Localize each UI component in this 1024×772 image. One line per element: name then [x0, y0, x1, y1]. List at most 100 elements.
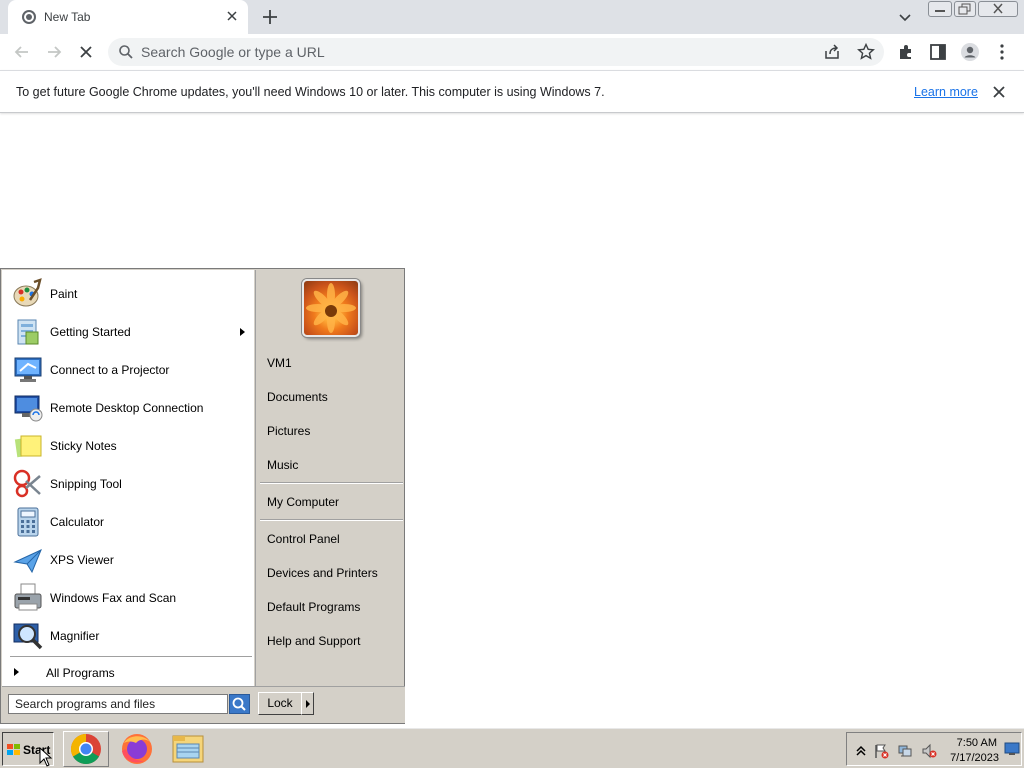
tab-strip: New Tab — [0, 0, 1024, 34]
start-menu-bottom-bar: Lock — [2, 686, 405, 723]
profile-avatar-icon[interactable] — [960, 42, 980, 62]
show-desktop-icon[interactable] — [1004, 742, 1020, 756]
submenu-arrow-icon — [240, 328, 245, 336]
back-arrow-icon[interactable] — [12, 42, 32, 62]
places-pane: VM1 Documents Pictures Music My Computer… — [255, 270, 404, 686]
control-panel-link[interactable]: Control Panel — [260, 526, 401, 552]
window-restore-button[interactable] — [954, 1, 976, 17]
program-label: Snipping Tool — [50, 477, 122, 491]
search-button[interactable] — [229, 694, 250, 714]
pictures-label: Pictures — [267, 424, 311, 438]
search-icon — [119, 45, 133, 59]
url-input[interactable] — [141, 38, 801, 66]
sticky-notes-icon — [14, 435, 42, 458]
music-link[interactable]: Music — [260, 452, 401, 478]
expand-arrow-icon — [14, 668, 19, 676]
program-xps-viewer[interactable]: XPS Viewer — [4, 541, 252, 579]
action-center-flag-icon[interactable] — [873, 743, 889, 759]
search-magnifier-icon — [232, 697, 246, 711]
chrome-icon — [70, 734, 101, 765]
user-name-label: VM1 — [267, 356, 292, 370]
update-infobar: To get future Google Chrome updates, you… — [0, 70, 1024, 113]
tab-search-chevron-icon[interactable] — [896, 8, 914, 26]
getting-started-icon — [17, 319, 39, 345]
extensions-icon[interactable] — [896, 42, 916, 62]
help-support-link[interactable]: Help and Support — [260, 628, 401, 654]
start-button[interactable]: Start — [2, 732, 54, 767]
window-close-button[interactable] — [978, 1, 1018, 17]
divider — [260, 482, 403, 484]
my-computer-label: My Computer — [267, 495, 340, 509]
restore-icon — [958, 3, 971, 15]
program-label: Paint — [50, 287, 78, 301]
taskbar: Start 7:50 AM 7/17/2023 — [0, 726, 1024, 768]
taskbar-explorer-button[interactable] — [165, 731, 211, 767]
more-menu-icon[interactable] — [992, 42, 1012, 62]
bookmark-star-icon[interactable] — [856, 42, 876, 62]
fax-scan-icon — [14, 583, 42, 611]
program-paint[interactable]: Paint — [4, 275, 252, 313]
default-programs-link[interactable]: Default Programs — [260, 594, 401, 620]
chrome-favicon-icon — [22, 10, 36, 24]
lock-button[interactable]: Lock — [258, 692, 302, 715]
help-support-label: Help and Support — [267, 634, 361, 648]
user-folder-link[interactable]: VM1 — [260, 350, 401, 376]
clock-date[interactable]: 7/17/2023 — [941, 752, 999, 764]
program-calculator[interactable]: Calculator — [4, 503, 252, 541]
program-snipping-tool[interactable]: Snipping Tool — [4, 465, 252, 503]
paint-icon — [13, 278, 42, 307]
program-magnifier[interactable]: Magnifier — [4, 617, 252, 655]
start-menu: Paint Getting Started Connect to a Proje… — [0, 268, 405, 724]
program-label: XPS Viewer — [50, 553, 114, 567]
program-getting-started[interactable]: Getting Started — [4, 313, 252, 351]
network-icon[interactable] — [897, 743, 913, 759]
program-remote-desktop[interactable]: Remote Desktop Connection — [4, 389, 252, 427]
infobar-close-icon[interactable] — [992, 85, 1006, 99]
taskbar-firefox-button[interactable] — [114, 731, 160, 767]
tab-new-tab[interactable]: New Tab — [8, 0, 248, 34]
devices-printers-label: Devices and Printers — [267, 566, 378, 580]
mouse-cursor-icon — [39, 747, 53, 767]
tab-title: New Tab — [44, 10, 91, 24]
clock-time[interactable]: 7:50 AM — [949, 737, 997, 749]
infobar-message: To get future Google Chrome updates, you… — [16, 85, 605, 99]
stop-loading-icon[interactable] — [76, 42, 96, 62]
devices-printers-link[interactable]: Devices and Printers — [260, 560, 401, 586]
snipping-tool-icon — [13, 469, 41, 498]
documents-label: Documents — [267, 390, 328, 404]
remote-desktop-icon — [14, 395, 43, 422]
shutdown-options-arrow-button[interactable] — [301, 692, 314, 715]
documents-link[interactable]: Documents — [260, 384, 401, 410]
notification-area: 7:50 AM 7/17/2023 — [846, 732, 1022, 766]
new-tab-plus-icon[interactable] — [260, 7, 280, 27]
user-picture-flower-avatar[interactable] — [302, 279, 360, 337]
learn-more-link[interactable]: Learn more — [914, 85, 978, 99]
address-bar[interactable] — [108, 38, 884, 66]
volume-muted-icon[interactable] — [921, 743, 937, 759]
program-label: Remote Desktop Connection — [50, 401, 204, 415]
forward-arrow-icon[interactable] — [44, 42, 64, 62]
divider — [10, 656, 252, 658]
show-hidden-icons-icon[interactable] — [853, 743, 869, 759]
browser-toolbar — [0, 34, 1024, 70]
magnifier-icon — [13, 623, 43, 650]
program-label: Getting Started — [50, 325, 131, 339]
program-label: Sticky Notes — [50, 439, 117, 453]
search-programs-input[interactable] — [8, 694, 228, 714]
projector-icon — [14, 357, 42, 382]
program-sticky-notes[interactable]: Sticky Notes — [4, 427, 252, 465]
share-icon[interactable] — [822, 42, 842, 62]
tab-close-icon[interactable] — [224, 8, 240, 24]
taskbar-chrome-button[interactable] — [63, 731, 109, 767]
pictures-link[interactable]: Pictures — [260, 418, 401, 444]
program-label: Connect to a Projector — [50, 363, 170, 377]
music-label: Music — [267, 458, 299, 472]
window-minimize-button[interactable] — [928, 1, 952, 17]
default-programs-label: Default Programs — [267, 600, 361, 614]
program-connect-projector[interactable]: Connect to a Projector — [4, 351, 252, 389]
side-panel-icon[interactable] — [928, 42, 948, 62]
program-label: Magnifier — [50, 629, 100, 643]
program-fax-scan[interactable]: Windows Fax and Scan — [4, 579, 252, 617]
all-programs-button[interactable]: All Programs — [6, 662, 250, 684]
my-computer-link[interactable]: My Computer — [260, 489, 401, 515]
